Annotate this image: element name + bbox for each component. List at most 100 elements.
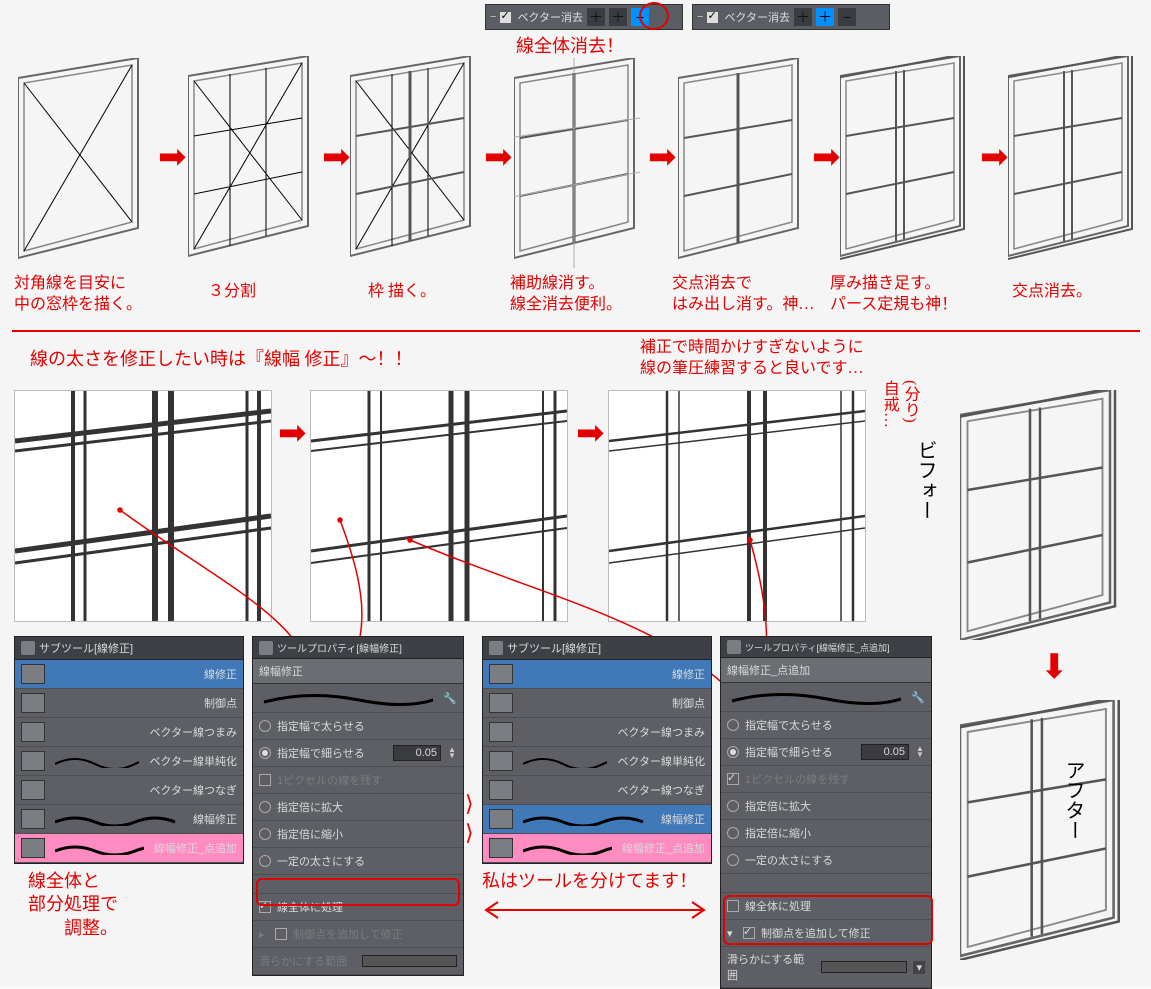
opt-scaleup[interactable]: 指定倍に拡大 bbox=[721, 793, 931, 820]
tool-icon bbox=[21, 751, 45, 771]
red-highlight-box bbox=[723, 895, 933, 945]
opt-smooth: 滑らかにする範囲 bbox=[253, 948, 463, 975]
arrow-icon: ➡ bbox=[322, 140, 351, 174]
subtool-item[interactable]: ベクター線つまみ bbox=[483, 718, 711, 747]
radio-icon[interactable] bbox=[259, 828, 271, 840]
option-label: 指定倍に縮小 bbox=[745, 825, 925, 841]
wave-preview bbox=[523, 810, 651, 828]
mode-touch-icon[interactable]: ＋ bbox=[587, 8, 605, 26]
subtool-item[interactable]: 制御点 bbox=[483, 689, 711, 718]
subtool-label: ベクター線単純化 bbox=[149, 753, 237, 769]
opt-scaledown[interactable]: 指定倍に縮小 bbox=[721, 820, 931, 847]
mode-intersect-icon[interactable]: ＋ bbox=[816, 8, 834, 26]
radio-icon[interactable] bbox=[259, 855, 271, 867]
collapse-icon[interactable]: − bbox=[697, 11, 703, 23]
annotation-practice: 補正で時間かけすぎないように 線の筆圧練習すると良いです… bbox=[640, 338, 864, 380]
subtool-item[interactable]: ベクター線単純化 bbox=[483, 747, 711, 776]
spacer bbox=[721, 874, 931, 893]
step-2-sketch bbox=[188, 56, 318, 266]
opt-scaledown[interactable]: 指定倍に縮小 bbox=[253, 821, 463, 848]
vector-erase-toolbar-2: − ベクター消去 ＋ ＋ bbox=[692, 4, 890, 30]
opt-scaleup[interactable]: 指定倍に拡大 bbox=[253, 794, 463, 821]
radio-icon[interactable] bbox=[727, 746, 739, 758]
subtool-item[interactable]: ベクター線単純化 bbox=[15, 747, 243, 776]
subtool-label: ベクター線つまみ bbox=[617, 724, 705, 740]
opt-thicken[interactable]: 指定幅で太らせる bbox=[721, 712, 931, 739]
stepper-icon[interactable]: ▲▼ bbox=[915, 746, 925, 758]
brush-preview: 🔧 bbox=[253, 684, 463, 713]
nib-icon bbox=[21, 664, 45, 684]
tool-icon bbox=[21, 780, 45, 800]
wrench-icon bbox=[727, 640, 741, 654]
option-label: 滑らかにする範囲 bbox=[259, 953, 352, 969]
mode-whole-line-icon[interactable] bbox=[838, 8, 856, 26]
expand-icon[interactable]: ▸ bbox=[259, 928, 269, 941]
opt-thin[interactable]: 指定幅で細らせる0.05▲▼ bbox=[721, 739, 931, 766]
step-5-sketch bbox=[678, 58, 808, 268]
arrow-icon: ➡ bbox=[812, 140, 841, 174]
subtool-label: 制御点 bbox=[672, 695, 705, 711]
vector-erase-checkbox[interactable] bbox=[707, 12, 718, 23]
panel-titlebar[interactable]: ツールプロパティ[線幅修正] bbox=[253, 637, 463, 659]
subtool-item[interactable]: 制御点 bbox=[15, 689, 243, 718]
subtool-label: ベクター線単純化 bbox=[617, 753, 705, 769]
panel-titlebar[interactable]: サブツール[線修正] bbox=[15, 637, 243, 660]
option-label: 1ピクセルの線を残す bbox=[277, 772, 457, 788]
subtool-item[interactable]: 線幅修正 bbox=[15, 805, 243, 834]
panel-titlebar[interactable]: ツールプロパティ[線幅修正_点追加] bbox=[721, 637, 931, 658]
value-field[interactable]: 0.05 bbox=[861, 744, 909, 760]
tool-icon bbox=[489, 751, 513, 771]
tool-icon bbox=[21, 838, 45, 858]
caption-step-3: 枠 描く。 bbox=[368, 282, 436, 303]
stepper-icon[interactable]: ▲▼ bbox=[447, 747, 457, 759]
opt-tofixed[interactable]: 一定の太さにする bbox=[721, 847, 931, 874]
step-4-sketch bbox=[514, 58, 644, 268]
subtool-item[interactable]: ベクター線つなぎ bbox=[15, 776, 243, 805]
wrench-icon[interactable]: 🔧 bbox=[911, 691, 925, 704]
step-6-sketch bbox=[840, 56, 976, 270]
opt-smooth[interactable]: 滑らかにする範囲▾ bbox=[721, 947, 931, 988]
vector-erase-checkbox[interactable] bbox=[500, 12, 511, 23]
arrow-icon: ➡ bbox=[278, 416, 307, 450]
double-arrow-annotation bbox=[480, 898, 710, 922]
radio-icon[interactable] bbox=[259, 720, 271, 732]
radio-icon[interactable] bbox=[727, 719, 739, 731]
subtool-item[interactable]: ベクター線つなぎ bbox=[483, 776, 711, 805]
radio-icon[interactable] bbox=[727, 800, 739, 812]
subtool-item-selected[interactable]: 線幅修正_点追加 bbox=[15, 834, 243, 863]
collapse-icon[interactable]: − bbox=[490, 11, 496, 23]
panel-title: サブツール[線修正] bbox=[39, 640, 133, 656]
opt-thin[interactable]: 指定幅で細らせる0.05▲▼ bbox=[253, 740, 463, 767]
radio-icon[interactable] bbox=[727, 827, 739, 839]
panel-icon bbox=[21, 641, 35, 655]
mode-intersect-icon[interactable]: ＋ bbox=[609, 8, 627, 26]
opt-tofixed[interactable]: 一定の太さにする bbox=[253, 848, 463, 875]
slider[interactable] bbox=[821, 961, 907, 973]
caption-step-4: 補助線消す。 線全消去便利。 bbox=[510, 274, 622, 316]
subtool-item-selected[interactable]: 線幅修正_点追加 bbox=[483, 834, 711, 863]
arrow-icon: ➡ bbox=[158, 140, 187, 174]
red-highlight-box bbox=[256, 878, 460, 906]
closeup-2 bbox=[310, 390, 568, 622]
radio-icon[interactable] bbox=[259, 801, 271, 813]
opt-thicken[interactable]: 指定幅で太らせる bbox=[253, 713, 463, 740]
divider bbox=[12, 330, 1140, 332]
value-field[interactable]: 0.05 bbox=[393, 745, 441, 761]
radio-icon[interactable] bbox=[727, 854, 739, 866]
subtool-item[interactable]: 線幅修正 bbox=[483, 805, 711, 834]
radio-icon[interactable] bbox=[259, 747, 271, 759]
checkbox-icon bbox=[727, 773, 739, 785]
dropdown-icon[interactable]: ▾ bbox=[913, 961, 925, 974]
subtool-group[interactable]: 線修正 bbox=[15, 660, 243, 689]
wrench-icon[interactable]: 🔧 bbox=[443, 692, 457, 705]
label-after: アフター bbox=[1060, 760, 1086, 840]
subtool-group-label: 線修正 bbox=[204, 666, 237, 682]
tool-icon bbox=[489, 780, 513, 800]
subtool-group[interactable]: 線修正 bbox=[483, 660, 711, 689]
panel-titlebar[interactable]: サブツール[線修正] bbox=[483, 637, 711, 660]
subtool-item[interactable]: ベクター線つまみ bbox=[15, 718, 243, 747]
panel-subheader: 線幅修正_点追加 bbox=[721, 658, 931, 683]
annotation-self-note: (分り) 自戒… bbox=[878, 380, 920, 428]
annotation-linewidth-fix: 線の太さを修正したい時は『線幅 修正』〜！！ bbox=[30, 348, 413, 371]
mode-touch-icon[interactable]: ＋ bbox=[794, 8, 812, 26]
